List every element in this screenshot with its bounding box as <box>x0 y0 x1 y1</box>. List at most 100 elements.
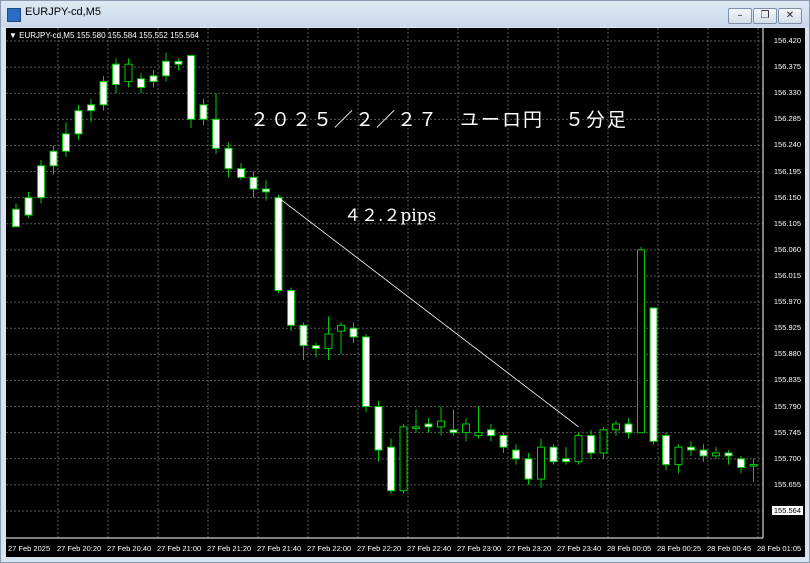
chart-annotation-pips[interactable]: ４２.２pips <box>344 201 436 226</box>
bear-candle-body <box>287 290 295 326</box>
bear-candle-body <box>562 458 570 463</box>
bear-candle-body <box>274 197 283 292</box>
bear-candle-body <box>724 452 733 457</box>
bear-candle-body <box>49 150 58 167</box>
price-tick-label: 156.375 <box>773 62 801 72</box>
bear-candle-body <box>699 449 708 457</box>
bear-candle-body <box>687 446 695 451</box>
price-tick-label: 156.105 <box>773 218 801 228</box>
price-tick-label: 155.790 <box>773 401 801 411</box>
bear-candle-body <box>137 78 145 88</box>
bear-candle-body <box>112 63 120 86</box>
bear-candle-body <box>524 458 533 480</box>
current-price-label: 155.564 <box>771 506 803 515</box>
time-tick-label: 27 Feb 20:20 <box>57 544 102 553</box>
bull-candle-body <box>749 464 758 467</box>
time-tick-label: 27 Feb 23:40 <box>557 544 602 553</box>
time-tick-label: 27 Feb 21:40 <box>257 544 302 553</box>
price-tick-label: 156.240 <box>773 140 801 150</box>
bear-candle-body <box>187 55 195 120</box>
trend-line <box>278 197 579 428</box>
bear-candle-body <box>624 423 633 434</box>
bear-candle-body <box>374 406 383 451</box>
bear-candle-body <box>312 345 320 350</box>
bear-candle-body <box>387 446 395 492</box>
price-tick-label: 155.655 <box>773 479 801 489</box>
bear-candle-body <box>587 435 595 454</box>
chart-area[interactable]: ▼ EURJPY-cd,M5 155.580 155.584 155.552 1… <box>6 28 805 557</box>
price-tick-label: 155.745 <box>773 427 801 437</box>
time-tick-label: 27 Feb 22:40 <box>407 544 452 553</box>
bear-candle-body <box>87 104 95 112</box>
app-window: EURJPY-cd,M5 – ❐ ✕ ▼ EURJPY-cd,M5 155.58… <box>0 0 810 563</box>
bear-candle-body <box>249 176 258 190</box>
bear-candle-body <box>349 327 358 338</box>
bear-candle-body <box>212 118 220 149</box>
price-tick-label: 156.420 <box>773 36 801 45</box>
bull-candle-body <box>474 432 483 437</box>
price-tick-label: 156.285 <box>773 114 801 124</box>
bear-candle-body <box>174 60 183 65</box>
bull-candle-body <box>412 426 420 429</box>
time-tick-label: 27 Feb 23:00 <box>457 544 502 553</box>
time-tick-label: 28 Feb 00:25 <box>657 544 702 553</box>
symbol-info[interactable]: ▼ EURJPY-cd,M5 155.580 155.584 155.552 1… <box>9 31 199 40</box>
bear-candle-body <box>262 188 270 193</box>
bear-candle-body <box>424 423 433 428</box>
price-tick-label: 156.195 <box>773 166 801 176</box>
bull-candle-body <box>612 423 620 431</box>
time-tick-label: 27 Feb 21:00 <box>157 544 202 553</box>
time-tick-label: 28 Feb 01:05 <box>757 544 802 553</box>
window-title: EURJPY-cd,M5 <box>25 6 102 18</box>
bull-candle-body <box>324 333 333 350</box>
bear-candle-body <box>737 458 745 468</box>
bear-candle-body <box>362 336 370 408</box>
bull-candle-body <box>399 426 408 492</box>
time-tick-label: 27 Feb 21:20 <box>207 544 252 553</box>
bear-candle-body <box>299 324 308 347</box>
title-bar[interactable]: EURJPY-cd,M5 – ❐ ✕ <box>1 1 809 27</box>
time-tick-label: 27 Feb 22:20 <box>357 544 402 553</box>
bear-candle-body <box>62 133 70 152</box>
time-tick-label: 28 Feb 00:45 <box>707 544 752 553</box>
bull-candle-body <box>599 429 608 454</box>
bear-candle-body <box>549 446 558 463</box>
bull-candle-body <box>674 446 683 466</box>
price-tick-label: 156.330 <box>773 88 801 98</box>
close-button[interactable]: ✕ <box>778 8 802 24</box>
bear-candle-body <box>662 435 670 466</box>
minimize-button[interactable]: – <box>728 8 752 24</box>
price-tick-label: 155.925 <box>773 323 801 333</box>
bear-candle-body <box>199 104 208 120</box>
price-tick-label: 156.150 <box>773 192 801 202</box>
time-tick-label: 27 Feb 22:00 <box>307 544 352 553</box>
bear-candle-body <box>99 81 108 106</box>
bull-candle-body <box>537 446 545 480</box>
app-icon <box>7 8 21 22</box>
bull-candle-body <box>462 423 470 434</box>
price-tick-label: 155.880 <box>773 349 801 359</box>
time-tick-label: 27 Feb 23:20 <box>507 544 552 553</box>
price-tick-label: 155.700 <box>773 453 801 463</box>
restore-button[interactable]: ❐ <box>753 8 777 24</box>
price-tick-label: 156.015 <box>773 271 801 280</box>
bear-candle-body <box>449 429 458 434</box>
time-tick-label: 27 Feb 2025 <box>8 544 51 553</box>
bear-candle-body <box>224 147 233 170</box>
bear-candle-body <box>74 110 83 135</box>
bear-candle-body <box>12 208 20 228</box>
bear-candle-body <box>149 75 158 83</box>
price-tick-label: 155.835 <box>773 375 801 385</box>
bear-candle-body <box>512 449 520 460</box>
bear-candle-body <box>237 168 245 178</box>
bear-candle-body <box>37 165 45 199</box>
bull-candle-body <box>437 420 445 428</box>
chart-annotation-title[interactable]: ２０２５／２／２７ ユーロ円 ５分足 <box>250 105 628 132</box>
bull-candle-body <box>124 63 133 83</box>
bear-candle-body <box>24 197 33 216</box>
bull-candle-body <box>712 452 720 457</box>
price-tick-label: 155.970 <box>773 297 801 307</box>
bear-candle-body <box>499 435 508 448</box>
bull-candle-body <box>574 435 583 463</box>
bear-candle-body <box>649 307 658 442</box>
